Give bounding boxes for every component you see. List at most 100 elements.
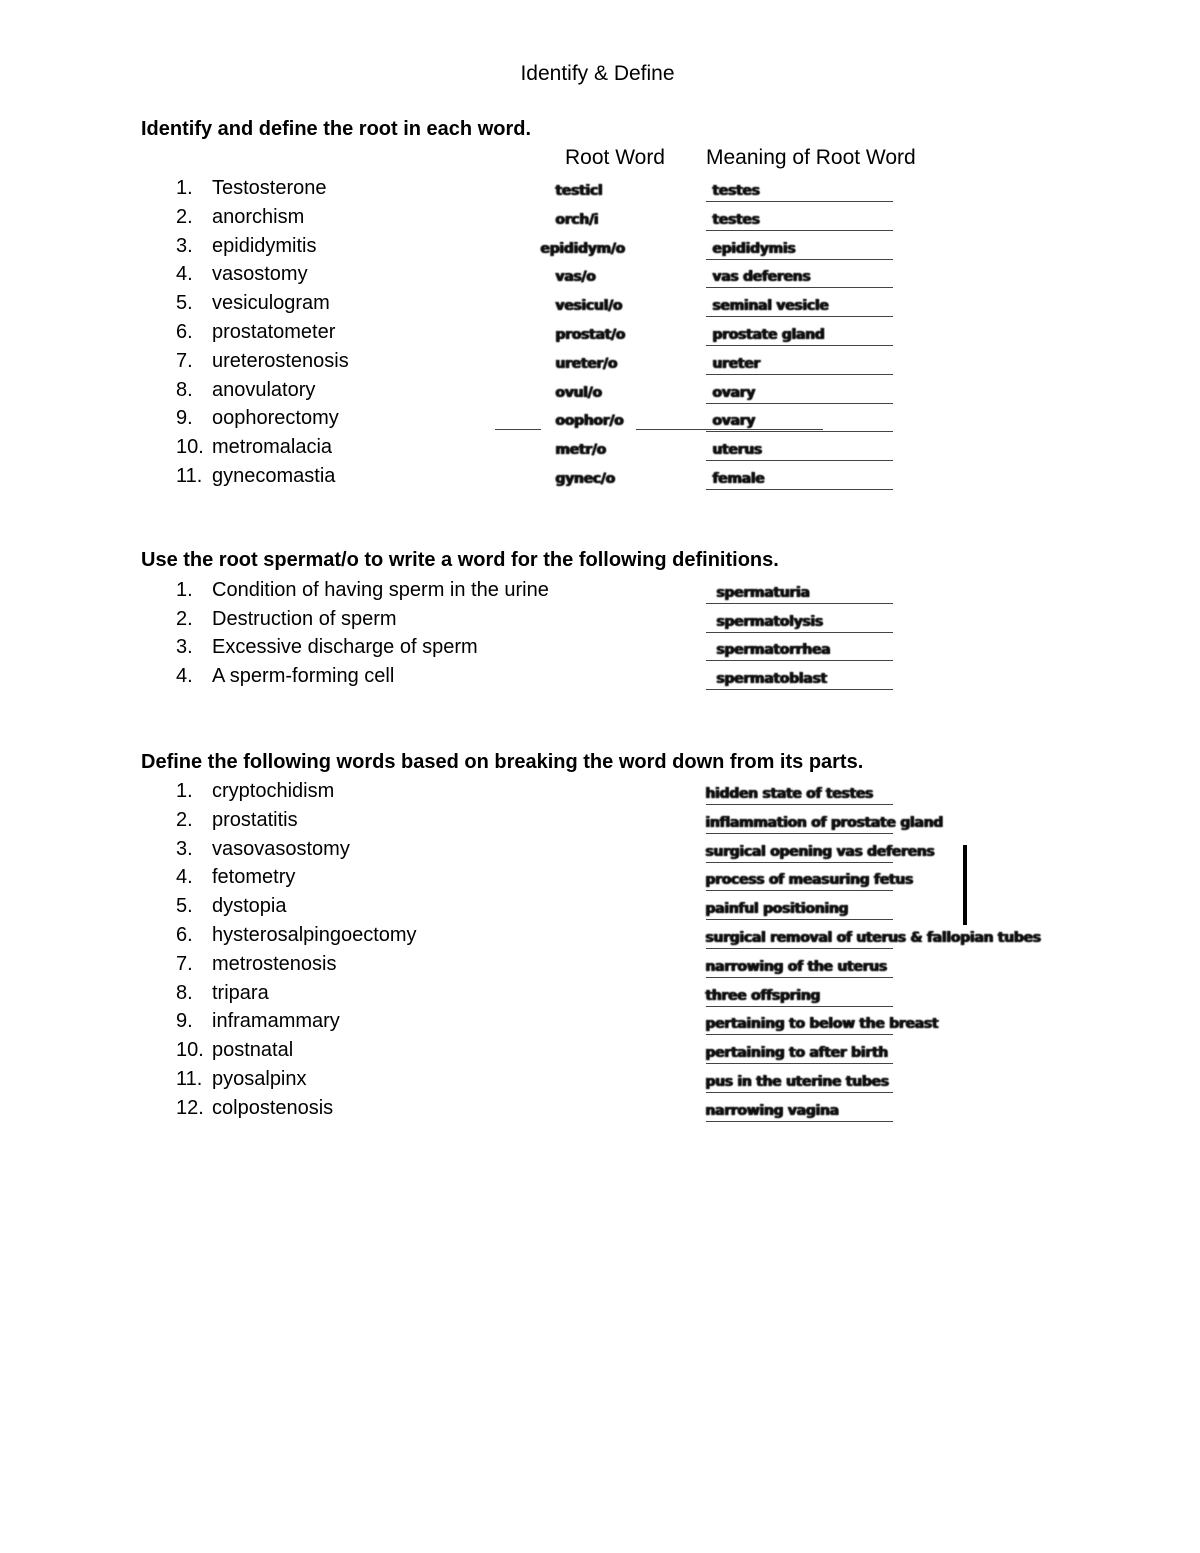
item-number: 10. (176, 1039, 204, 1062)
root-item-row: 7. ureterostenosis ureter/o ureter (0, 350, 1200, 378)
spermat-item-row: 4. A sperm-forming cell spermatoblast (0, 665, 1200, 693)
meaning-answer[interactable]: vas deferens (712, 269, 810, 285)
root-answer[interactable]: ovul/o (555, 385, 602, 401)
item-definition: Excessive discharge of sperm (212, 636, 478, 658)
answer-line (706, 919, 893, 921)
meaning-answer-line (706, 287, 893, 289)
meaning-answer[interactable]: female (712, 471, 764, 487)
item-word: gynecomastia (212, 465, 336, 487)
meaning-answer[interactable]: epididymis (712, 241, 795, 257)
meaning-answer-line (706, 402, 893, 404)
spermat-item-row: 3. Excessive discharge of sperm spermatorr… (0, 636, 1200, 664)
item-word: vasovasostomy (212, 837, 350, 860)
col-header-root: Root Word (565, 146, 665, 169)
item-word: hysterosalpingoectomy (212, 924, 417, 946)
root-answer[interactable]: oophor/o (555, 413, 623, 429)
item-word: fetometry (212, 866, 296, 889)
spermat-answer[interactable]: spermatorrhea (716, 642, 830, 658)
spermat-answer[interactable]: spermatoblast (716, 671, 827, 687)
answer-line (706, 861, 893, 863)
item-word: vesiculogram (212, 292, 330, 315)
root-answer[interactable]: testicl (555, 183, 602, 199)
item-number: 4. (176, 664, 193, 687)
root-answer[interactable]: vesicul/o (555, 298, 622, 314)
definition-answer[interactable]: pertaining to after birth (705, 1045, 888, 1061)
definition-answer[interactable]: narrowing of the uterus (705, 959, 887, 975)
answer-line (706, 688, 893, 690)
root-answer[interactable]: epididym/o (540, 241, 625, 257)
item-word: anovulatory (212, 378, 316, 401)
meaning-answer[interactable]: ovary (712, 385, 755, 401)
answer-line (706, 631, 893, 633)
answer-line (706, 1063, 893, 1065)
meaning-answer-line (706, 489, 893, 490)
answer-line (706, 832, 893, 834)
item-number: 8. (176, 981, 193, 1004)
extra-line (495, 429, 541, 431)
root-item-row: 1. Testosterone testicl testes (0, 177, 1200, 205)
item-number: 1. (176, 780, 193, 802)
define-item-row: 11. pyosalpinx pus in the uterine tubes (0, 1068, 1200, 1096)
meaning-answer[interactable]: ovary (712, 413, 755, 429)
answer-line (706, 603, 893, 604)
item-word: cryptochidism (212, 780, 335, 802)
item-number: 2. (176, 607, 193, 630)
definition-answer[interactable]: surgical removal of uterus & fallopian t… (705, 930, 1041, 946)
root-answer[interactable]: vas/o (555, 269, 595, 285)
definition-answer[interactable]: inflammation of prostate gland (705, 815, 943, 831)
item-word: pyosalpinx (212, 1068, 307, 1090)
definition-answer[interactable]: pus in the uterine tubes (705, 1074, 889, 1090)
define-item-row: 1. cryptochidism hidden state of testes (0, 780, 1200, 808)
item-number: 3. (176, 234, 193, 257)
root-answer[interactable]: gynec/o (555, 471, 615, 487)
item-number: 7. (176, 952, 193, 975)
item-number: 6. (176, 924, 193, 946)
root-answer[interactable]: prostat/o (555, 327, 625, 343)
meaning-answer-line (706, 258, 893, 260)
worksheet-page: Identify & Define Identify and define th… (0, 0, 1200, 1553)
definition-answer[interactable]: surgical opening vas deferens (705, 844, 934, 860)
define-item-row: 9. inframammary pertaining to below the br… (0, 1010, 1200, 1038)
define-item-row: 8. tripara three offspring (0, 982, 1200, 1010)
item-number: 12. (176, 1096, 204, 1119)
item-number: 9. (176, 1010, 193, 1033)
definition-answer[interactable]: hidden state of testes (705, 786, 873, 802)
root-item-row: 5. vesiculogram vesicul/o seminal vesicle (0, 292, 1200, 320)
define-item-row: 5. dystopia painful positioning (0, 895, 1200, 923)
item-word: oophorectomy (212, 407, 339, 430)
root-answer[interactable]: orch/i (555, 212, 598, 228)
spermat-answer[interactable]: spermaturia (716, 585, 810, 601)
item-number: 11. (176, 1068, 203, 1090)
answer-line (706, 1120, 893, 1122)
definition-answer[interactable]: painful positioning (705, 901, 848, 917)
root-item-row: 3. epididymitis epididym/o epididymis (0, 235, 1200, 263)
meaning-answer[interactable]: testes (712, 212, 760, 228)
spermat-item-row: 1. Condition of having sperm in the urine… (0, 579, 1200, 607)
meaning-answer[interactable]: uterus (712, 442, 762, 458)
item-number: 2. (176, 808, 193, 831)
define-item-row: 12. colpostenosis narrowing vagina (0, 1097, 1200, 1125)
answer-line (706, 1005, 893, 1007)
root-answer[interactable]: ureter/o (555, 356, 617, 372)
meaning-answer[interactable]: testes (712, 183, 760, 199)
item-word: postnatal (212, 1039, 294, 1062)
answer-line (706, 660, 893, 661)
define-item-row: 3. vasovasostomy surgical opening vas defe… (0, 838, 1200, 866)
spermat-answer[interactable]: spermatolysis (716, 614, 823, 630)
answer-line (706, 976, 893, 978)
meaning-answer[interactable]: prostate gland (712, 327, 824, 343)
root-item-row: 4. vasostomy vas/o vas deferens (0, 263, 1200, 291)
meaning-answer[interactable]: ureter (712, 356, 760, 372)
root-answer[interactable]: metr/o (555, 442, 606, 458)
definition-answer[interactable]: pertaining to below the breast (705, 1016, 938, 1032)
item-number: 4. (176, 263, 193, 286)
section2-instruction: Use the root spermat/o to write a word f… (141, 549, 779, 571)
meaning-answer[interactable]: seminal vesicle (712, 298, 828, 314)
definition-answer[interactable]: narrowing vagina (705, 1103, 839, 1119)
item-number: 8. (176, 378, 193, 401)
definition-answer[interactable]: process of measuring fetus (705, 872, 913, 888)
item-number: 5. (176, 292, 193, 315)
definition-answer[interactable]: three offspring (705, 988, 820, 1004)
meaning-answer-line (706, 431, 893, 433)
answer-line (706, 1092, 893, 1093)
